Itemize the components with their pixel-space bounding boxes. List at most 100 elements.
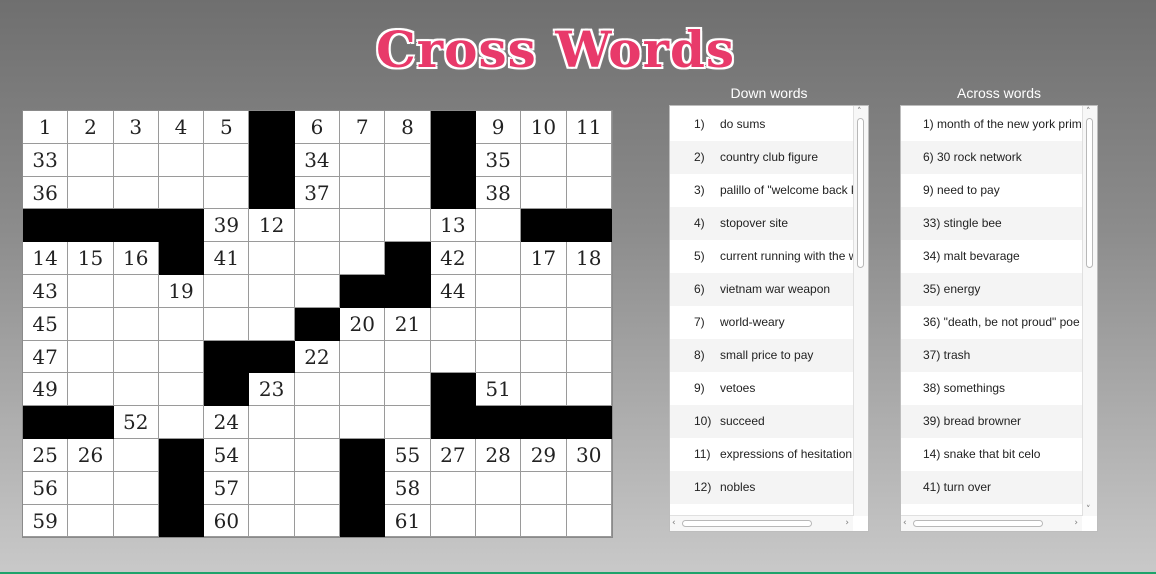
down-clue-item[interactable]: 11) expressions of hesitation — [670, 438, 853, 471]
scroll-left-icon[interactable]: ‹ — [903, 518, 907, 528]
grid-cell[interactable] — [475, 274, 522, 308]
grid-cell[interactable] — [294, 471, 341, 505]
grid-cell[interactable] — [521, 373, 567, 407]
grid-cell[interactable] — [521, 176, 567, 210]
grid-cell[interactable]: 47 — [23, 340, 69, 374]
grid-cell[interactable]: 54 — [204, 438, 250, 472]
grid-cell[interactable] — [475, 242, 522, 275]
grid-cell[interactable] — [521, 307, 567, 341]
grid-cell[interactable] — [158, 373, 205, 407]
grid-cell[interactable]: 59 — [23, 504, 69, 538]
grid-cell[interactable] — [68, 307, 114, 341]
grid-cell[interactable]: 17 — [521, 242, 567, 275]
down-clue-item[interactable]: 12) nobles — [670, 471, 853, 504]
grid-cell[interactable]: 26 — [68, 438, 114, 472]
grid-cell[interactable] — [294, 406, 341, 439]
grid-cell[interactable]: 13 — [430, 209, 476, 243]
grid-cell[interactable] — [249, 438, 295, 472]
grid-cell[interactable] — [385, 143, 431, 177]
crossword-grid[interactable]: 1 2 3 4 5 6 7 8 9 10 11 33 34 35 36 37 38 39 12 13 14 15 16 41 4… — [22, 110, 613, 539]
grid-cell[interactable]: 56 — [23, 471, 69, 505]
grid-cell[interactable] — [113, 307, 159, 341]
grid-cell[interactable] — [340, 242, 386, 275]
grid-cell[interactable]: 8 — [385, 111, 431, 144]
grid-cell[interactable] — [68, 143, 114, 177]
across-horizontal-scroll-thumb[interactable] — [913, 520, 1043, 527]
grid-cell[interactable]: 23 — [249, 373, 295, 407]
grid-cell[interactable]: 51 — [475, 373, 522, 407]
scroll-up-icon[interactable]: ˄ — [857, 107, 862, 117]
down-vertical-scrollbar[interactable]: ˄ — [853, 106, 868, 516]
grid-cell[interactable]: 15 — [68, 242, 114, 275]
grid-cell[interactable] — [566, 274, 612, 308]
down-vertical-scroll-thumb[interactable] — [857, 118, 864, 268]
grid-cell[interactable]: 38 — [475, 176, 522, 210]
grid-cell[interactable]: 58 — [385, 471, 431, 505]
down-clue-item[interactable]: 10) succeed — [670, 405, 853, 438]
grid-cell[interactable]: 19 — [158, 274, 205, 308]
grid-cell[interactable] — [294, 504, 341, 538]
grid-cell[interactable]: 24 — [204, 406, 250, 439]
down-horizontal-scroll-thumb[interactable] — [682, 520, 812, 527]
grid-cell[interactable] — [158, 340, 205, 374]
grid-cell[interactable]: 25 — [23, 438, 69, 472]
scroll-up-icon[interactable]: ˄ — [1086, 107, 1091, 117]
grid-cell[interactable] — [475, 504, 522, 538]
scroll-right-icon[interactable]: › — [1074, 518, 1078, 528]
grid-cell[interactable] — [294, 438, 341, 472]
grid-cell[interactable]: 9 — [475, 111, 522, 144]
grid-cell[interactable]: 3 — [113, 111, 159, 144]
grid-cell[interactable] — [204, 143, 250, 177]
grid-cell[interactable] — [430, 471, 476, 505]
grid-cell[interactable]: 6 — [294, 111, 341, 144]
across-clue-item[interactable]: 14) snake that bit celo — [901, 438, 1082, 471]
grid-cell[interactable] — [475, 340, 522, 374]
across-clue-item[interactable]: 37) trash — [901, 339, 1082, 372]
grid-cell[interactable] — [385, 209, 431, 243]
across-horizontal-scrollbar[interactable]: ‹ › — [901, 515, 1082, 531]
grid-cell[interactable] — [340, 143, 386, 177]
grid-cell[interactable]: 55 — [385, 438, 431, 472]
grid-cell[interactable] — [249, 471, 295, 505]
grid-cell[interactable]: 57 — [204, 471, 250, 505]
across-clue-item[interactable]: 38) somethings — [901, 372, 1082, 405]
across-clue-item[interactable]: 34) malt bevarage — [901, 240, 1082, 273]
grid-cell[interactable]: 28 — [475, 438, 522, 472]
grid-cell[interactable] — [113, 373, 159, 407]
grid-cell[interactable]: 30 — [566, 438, 612, 472]
grid-cell[interactable] — [113, 274, 159, 308]
grid-cell[interactable] — [158, 176, 205, 210]
grid-cell[interactable] — [340, 176, 386, 210]
down-clue-item[interactable]: 8) small price to pay — [670, 339, 853, 372]
grid-cell[interactable] — [521, 471, 567, 505]
across-clue-item[interactable]: 9) need to pay — [901, 174, 1082, 207]
grid-cell[interactable]: 10 — [521, 111, 567, 144]
grid-cell[interactable] — [340, 373, 386, 407]
grid-cell[interactable]: 33 — [23, 143, 69, 177]
down-words-list[interactable]: 1) do sums 2) country club figure 3) palillo … — [669, 105, 869, 532]
grid-cell[interactable] — [294, 373, 341, 407]
grid-cell[interactable]: 22 — [294, 340, 341, 374]
across-clue-item[interactable]: 6) 30 rock network — [901, 141, 1082, 174]
across-clue-item[interactable]: 1) month of the new york prim — [901, 108, 1082, 141]
grid-cell[interactable]: 4 — [158, 111, 205, 144]
grid-cell[interactable] — [340, 340, 386, 374]
down-clue-item[interactable]: 3) palillo of "welcome back ko — [670, 174, 853, 207]
grid-cell[interactable] — [158, 307, 205, 341]
grid-cell[interactable]: 44 — [430, 274, 476, 308]
grid-cell[interactable]: 34 — [294, 143, 341, 177]
across-clue-item[interactable]: 36) "death, be not proud" poe — [901, 306, 1082, 339]
scroll-left-icon[interactable]: ‹ — [672, 518, 676, 528]
grid-cell[interactable] — [566, 340, 612, 374]
grid-cell[interactable] — [158, 406, 205, 439]
grid-cell[interactable] — [521, 274, 567, 308]
grid-cell[interactable] — [249, 274, 295, 308]
grid-cell[interactable]: 36 — [23, 176, 69, 210]
grid-cell[interactable]: 42 — [430, 242, 476, 275]
across-vertical-scroll-thumb[interactable] — [1086, 118, 1093, 268]
down-clue-item[interactable]: 4) stopover site — [670, 207, 853, 240]
grid-cell[interactable] — [385, 373, 431, 407]
down-clue-item[interactable]: 9) vetoes — [670, 372, 853, 405]
grid-cell[interactable] — [430, 340, 476, 374]
across-clue-item[interactable]: 39) bread browner — [901, 405, 1082, 438]
